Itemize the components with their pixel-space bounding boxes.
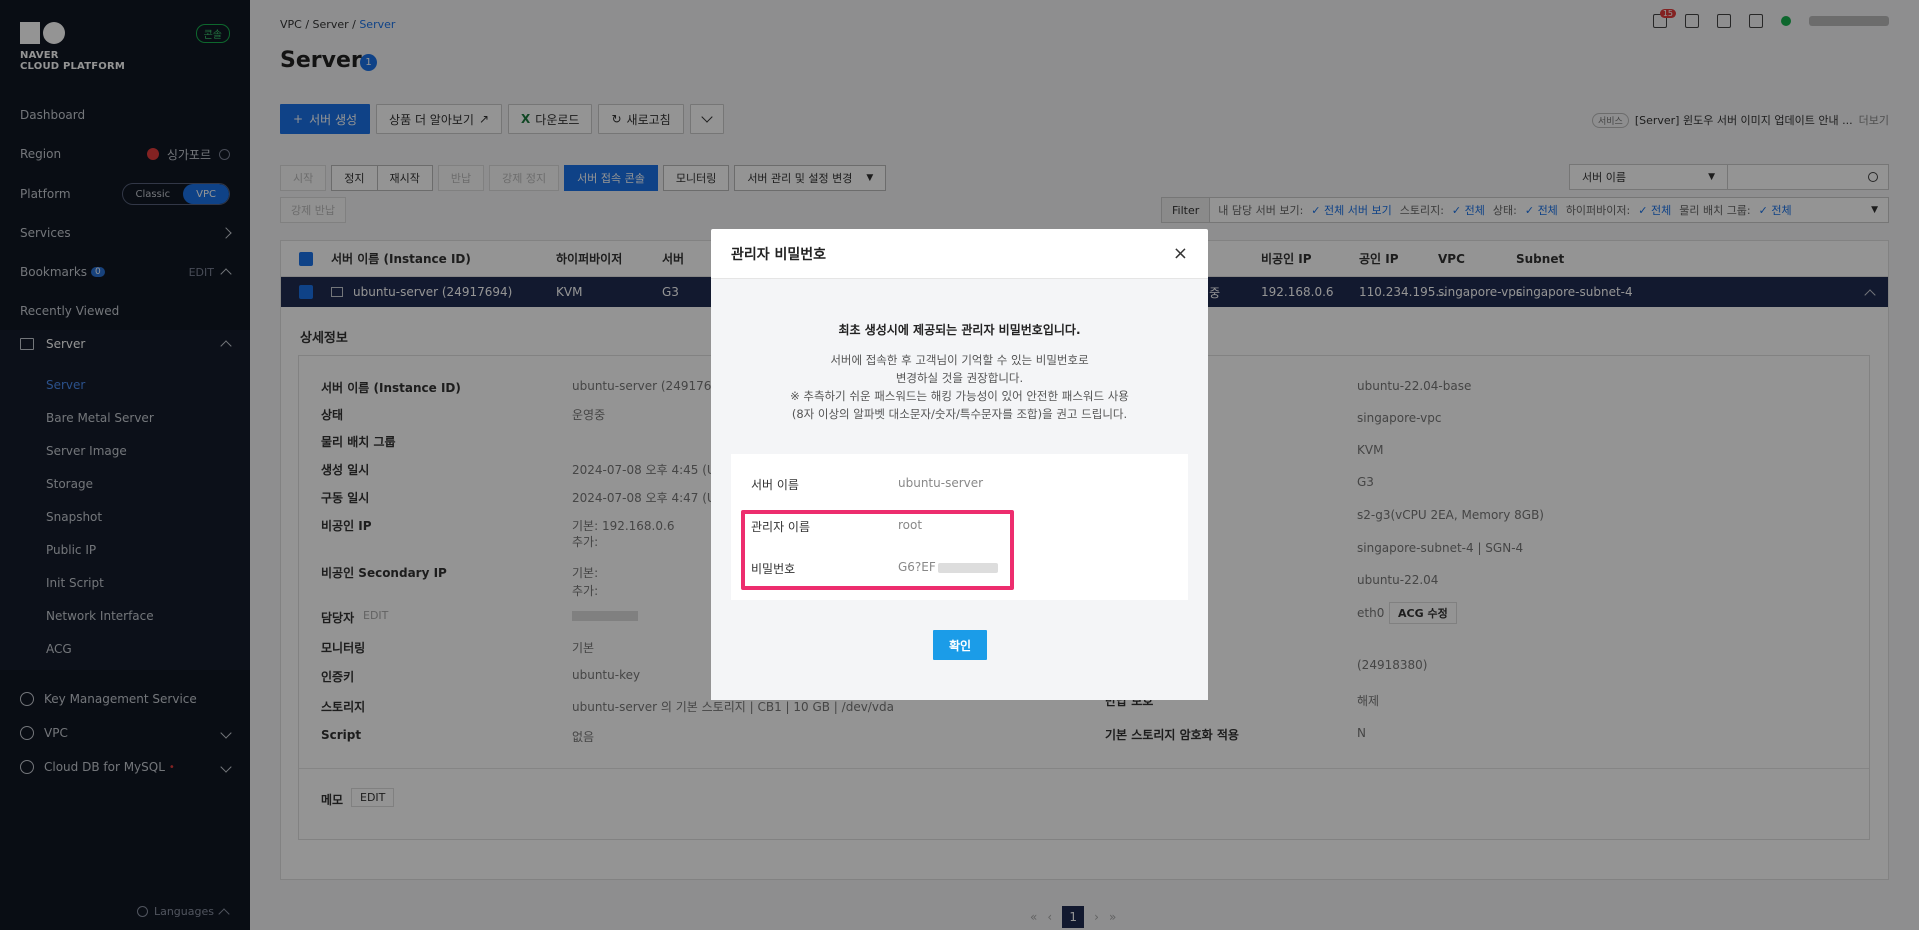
modal-body: 최초 생성시에 제공되는 관리자 비밀번호입니다. 서버에 접속한 후 고객님이… bbox=[711, 279, 1208, 700]
modal-desc-line4: (8자 이상의 알파벳 대소문자/숫자/특수문자를 조합)을 권고 드립니다. bbox=[791, 407, 1128, 421]
modal-desc-line3: ※ 추측하기 쉬운 패스워드는 해킹 가능성이 있어 안전한 패스워드 사용 bbox=[790, 389, 1129, 403]
credentials-highlight bbox=[741, 510, 1014, 590]
server-name-value: ubuntu-server bbox=[898, 476, 984, 490]
modal-header: 관리자 비밀번호 × bbox=[711, 229, 1208, 279]
confirm-button[interactable]: 확인 bbox=[933, 630, 987, 660]
modal-title: 관리자 비밀번호 bbox=[731, 246, 827, 263]
modal-description: 서버에 접속한 후 고객님이 기억할 수 있는 비밀번호로 변경하실 것을 권장… bbox=[711, 351, 1208, 423]
modal-desc-line1: 서버에 접속한 후 고객님이 기억할 수 있는 비밀번호로 bbox=[830, 353, 1089, 367]
admin-password-modal: 관리자 비밀번호 × 최초 생성시에 제공되는 관리자 비밀번호입니다. 서버에… bbox=[711, 229, 1208, 700]
credentials-box: 서버 이름 ubuntu-server 관리자 이름 root 비밀번호 G6?… bbox=[731, 454, 1188, 600]
server-name-label: 서버 이름 bbox=[751, 478, 799, 492]
modal-desc-line2: 변경하실 것을 권장합니다. bbox=[895, 371, 1024, 385]
close-icon[interactable]: × bbox=[1173, 243, 1188, 264]
modal-heading: 최초 생성시에 제공되는 관리자 비밀번호입니다. bbox=[838, 323, 1081, 337]
